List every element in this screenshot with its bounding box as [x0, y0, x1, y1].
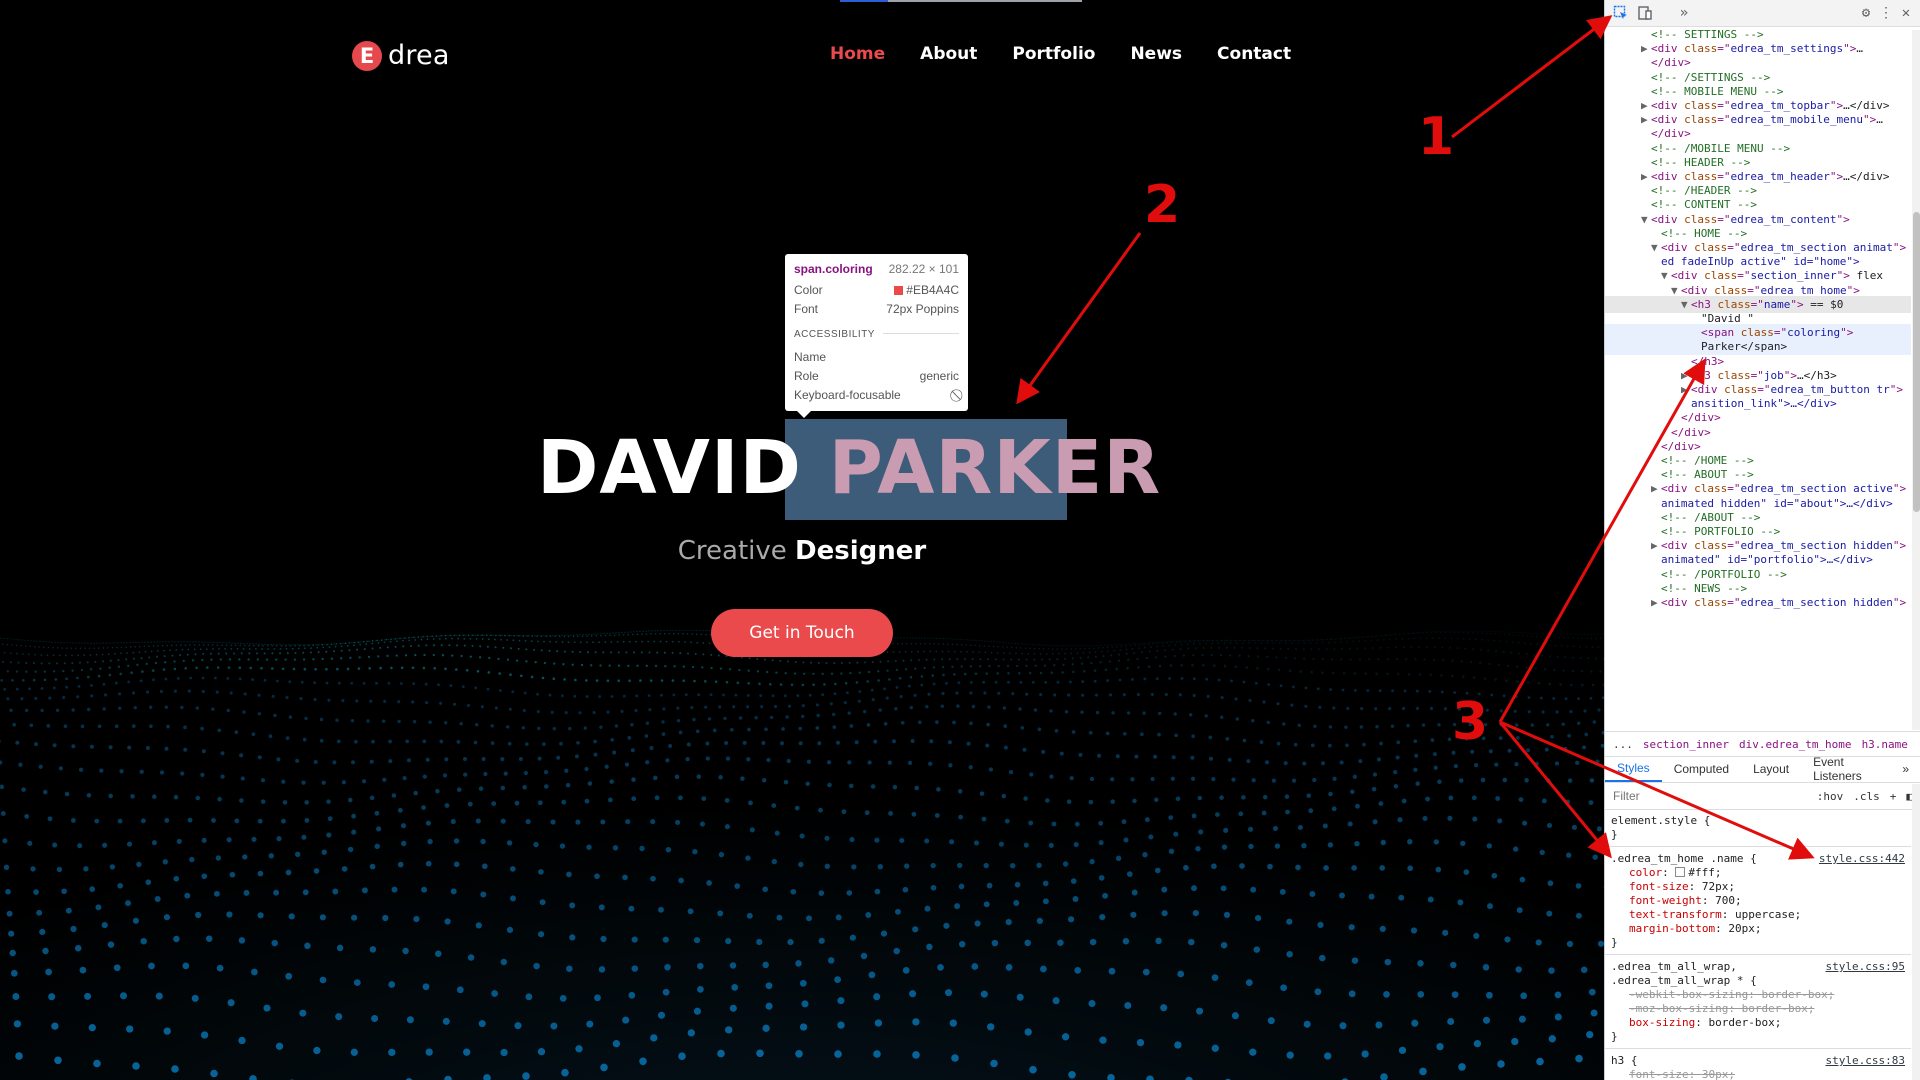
tooltip-font-value: 72px Poppins	[886, 302, 959, 316]
styles-scrollbar[interactable]	[1912, 784, 1920, 1080]
css-source-link[interactable]: style.css:95	[1826, 960, 1905, 973]
nav-news[interactable]: News	[1130, 44, 1182, 64]
nav-portfolio[interactable]: Portfolio	[1012, 44, 1095, 64]
tab-styles[interactable]: Styles	[1605, 756, 1662, 782]
css-rule[interactable]: .edrea_tm_all_wrap, style.css:95 .edrea_tm…	[1605, 960, 1911, 1049]
breadcrumb-item[interactable]: ...	[1613, 738, 1633, 751]
close-icon[interactable]: ✕	[1897, 4, 1915, 22]
devtools-panel: » ⚙ ⋮ ✕ <!-- SETTINGS --> ▶ <div class="ed…	[1604, 0, 1920, 1080]
color-swatch[interactable]	[1675, 867, 1686, 877]
elements-scrollbar[interactable]	[1912, 30, 1920, 730]
tooltip-name-label: Name	[794, 350, 827, 364]
css-property[interactable]: font-size: 72px;	[1605, 880, 1911, 894]
css-property[interactable]: color: #fff;	[1605, 866, 1911, 880]
dom-node[interactable]: ▶ <div class="edrea_tm_section hidden">	[1605, 594, 1911, 611]
hero-name-last: PARKER	[828, 425, 1162, 511]
tab-[interactable]: »	[1890, 756, 1920, 782]
css-property[interactable]: font-size: 30px;	[1605, 1068, 1911, 1080]
job-bold: Designer	[795, 536, 927, 566]
loading-bar-fill	[840, 0, 889, 2]
tab-event-listeners[interactable]: Event Listeners	[1801, 755, 1890, 783]
tooltip-size: 282.22 × 101	[888, 262, 959, 276]
css-property[interactable]: margin-bottom: 20px;	[1605, 922, 1911, 936]
kebab-menu-icon[interactable]: ⋮	[1877, 4, 1895, 22]
annotation-number-1: 1	[1418, 107, 1455, 167]
cls-toggle[interactable]: .cls	[1853, 790, 1880, 803]
tooltip-selector: span.coloring	[794, 262, 873, 276]
hov-toggle[interactable]: :hov	[1817, 790, 1844, 803]
breadcrumb-item[interactable]: section_inner	[1643, 738, 1729, 751]
devtools-toolbar: » ⚙ ⋮ ✕	[1605, 0, 1920, 27]
css-rule-close: }	[1611, 828, 1618, 841]
css-rule[interactable]: element.style {}	[1605, 814, 1911, 847]
inspect-element-icon[interactable]	[1612, 4, 1630, 22]
main-nav: Home About Portfolio News Contact	[830, 44, 1291, 64]
expand-icon[interactable]: ▶	[1651, 594, 1661, 611]
css-property[interactable]: -moz-box-sizing: border-box;	[1605, 1002, 1911, 1016]
css-property[interactable]: font-weight: 700;	[1605, 894, 1911, 908]
css-property[interactable]: box-sizing: border-box;	[1605, 1016, 1911, 1030]
tooltip-focusable-label: Keyboard-focusable	[794, 388, 901, 402]
nav-home[interactable]: Home	[830, 44, 885, 64]
styles-pane: element.style {} .edrea_tm_home .name {st…	[1605, 810, 1911, 1080]
breadcrumb-item[interactable]: h3.name	[1862, 738, 1908, 751]
device-toolbar-icon[interactable]	[1636, 4, 1654, 22]
hero-name-first: DAVID	[537, 425, 802, 511]
css-rule-close: }	[1611, 936, 1618, 949]
job-light: Creative	[677, 536, 787, 566]
logo-mark: E	[352, 40, 382, 71]
color-swatch	[894, 286, 904, 295]
tooltip-color-label: Color	[794, 283, 823, 297]
tooltip-font-label: Font	[794, 302, 819, 316]
styles-filter-bar: :hov .cls + ◧	[1605, 783, 1920, 810]
annotation-number-2: 2	[1144, 175, 1181, 235]
hero-name: DAVID PARKER	[537, 425, 1161, 511]
logo-text: drea	[388, 40, 450, 71]
gear-icon[interactable]: ⚙	[1857, 4, 1875, 22]
styles-filter-input[interactable]	[1611, 788, 1775, 804]
css-rule[interactable]: h3 {style.css:83 font-size: 30px;	[1605, 1054, 1911, 1080]
more-tabs-icon[interactable]: »	[1675, 4, 1693, 22]
page-loading-bar	[840, 0, 1082, 2]
nav-contact[interactable]: Contact	[1217, 44, 1291, 64]
annotation-number-3: 3	[1452, 692, 1489, 752]
tooltip-accessibility-heading: ACCESSIBILITY	[794, 329, 875, 340]
nav-about[interactable]: About	[920, 44, 977, 64]
css-selector: .edrea_tm_all_wrap * {	[1611, 974, 1757, 987]
get-in-touch-button[interactable]: Get in Touch	[711, 609, 893, 657]
css-property[interactable]: -webkit-box-sizing: border-box;	[1605, 988, 1911, 1002]
css-rule-close: }	[1611, 1030, 1618, 1043]
inspect-tooltip: span.coloring 282.22 × 101 Color #EB4A4C…	[785, 254, 968, 418]
css-property[interactable]: text-transform: uppercase;	[1605, 908, 1911, 922]
css-source-link[interactable]: style.css:83	[1826, 1054, 1905, 1067]
breadcrumb: ... section_inner div.edrea_tm_home h3.name	[1605, 731, 1920, 757]
css-rule[interactable]: .edrea_tm_home .name {style.css:442 color…	[1605, 852, 1911, 955]
breadcrumb-item[interactable]: div.edrea_tm_home	[1739, 738, 1852, 751]
tab-computed[interactable]: Computed	[1662, 756, 1741, 782]
tab-layout[interactable]: Layout	[1741, 756, 1801, 782]
new-rule-button[interactable]: +	[1890, 790, 1897, 803]
tooltip-role-label: Role	[794, 369, 819, 383]
styles-tabs: Styles Computed Layout Event Listeners»	[1605, 755, 1920, 783]
site-logo[interactable]: E drea	[352, 40, 450, 71]
css-selector: element.style {	[1611, 814, 1711, 827]
tooltip-role-value: generic	[919, 369, 959, 383]
elements-tree: <!-- SETTINGS --> ▶ <div class="edrea_tm_s…	[1605, 26, 1911, 731]
css-source-link[interactable]: style.css:442	[1819, 852, 1905, 865]
hero-job-title: Creative Designer	[0, 536, 1604, 566]
particle-wave-background	[0, 630, 1604, 1080]
tooltip-color-value: #EB4A4C	[906, 283, 959, 297]
website-viewport: E drea Home About Portfolio News Contact DAV…	[0, 0, 1604, 1080]
